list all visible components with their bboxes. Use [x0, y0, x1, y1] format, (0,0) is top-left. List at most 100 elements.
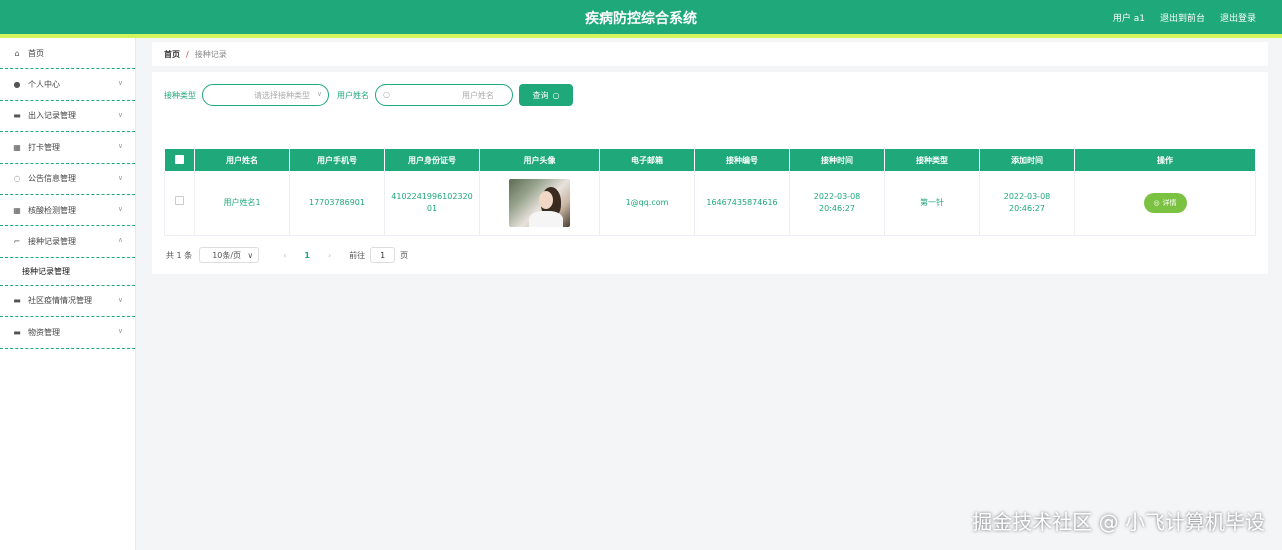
- input-placeholder: 用户姓名: [462, 91, 494, 100]
- sidebar-item-label: 个人中心: [28, 80, 60, 90]
- header-accent-stripe: [0, 34, 1282, 38]
- avatar: [509, 178, 570, 227]
- column-header: 接种编号: [694, 149, 790, 171]
- cell-email: 1@qq.com: [599, 171, 695, 236]
- sidebar-item-personal-center[interactable]: ● 个人中心 ∨: [0, 69, 135, 101]
- submenu-label: 接种记录管理: [22, 266, 70, 276]
- prev-page-button[interactable]: ‹: [283, 251, 286, 260]
- sidebar-item-announcements[interactable]: ◌ 公告信息管理 ∨: [0, 164, 135, 195]
- query-button-label: 查询: [532, 90, 549, 100]
- row-checkbox-cell: [164, 171, 195, 236]
- chevron-down-icon: ∨: [117, 79, 123, 88]
- sidebar-item-nucleic-test[interactable]: ▦ 核酸检测管理 ∨: [0, 195, 135, 227]
- page-size-value: 10条/页: [212, 250, 242, 260]
- sidebar-item-supplies[interactable]: ▬ 物资管理 ∨: [0, 317, 135, 349]
- chevron-down-icon: ∨: [117, 295, 123, 304]
- sidebar-item-label: 核酸检测管理: [28, 205, 76, 215]
- sidebar-item-access-records[interactable]: ▬ 出入记录管理 ∨: [0, 101, 135, 133]
- cell-avatar: [479, 171, 600, 236]
- user-label: 用户 a1: [1112, 14, 1145, 24]
- pagination: 共 1 条 10条/页 ∨ ‹ 1 › 前往 1 页: [166, 247, 408, 263]
- chevron-up-icon: ∧: [117, 236, 123, 245]
- search-icon: ○: [383, 90, 390, 99]
- top-header: 疾病防控综合系统 用户 a1 退出到前台 退出登录: [0, 0, 1282, 34]
- column-header: 用户身份证号: [384, 149, 480, 171]
- main-content: 接种类型 请选择接种类型 ∨ 用户姓名 ○ 用户姓名 查询 ○ 用户姓名 用户手…: [152, 72, 1268, 274]
- cell-vaccine-no: 16467435874616: [694, 171, 790, 236]
- page-unit: 页: [400, 250, 409, 260]
- monitor-icon: ▬: [13, 327, 21, 337]
- sidebar-item-checkin[interactable]: ▦ 打卡管理 ∨: [0, 132, 135, 164]
- sidebar-item-label: 首页: [28, 48, 44, 58]
- cell-phone: 17703786901: [289, 171, 385, 236]
- chevron-down-icon: ∨: [117, 204, 123, 213]
- goto-page-input[interactable]: 1: [370, 247, 396, 263]
- search-bar: 接种类型 请选择接种类型 ∨ 用户姓名 ○ 用户姓名 查询 ○: [164, 84, 573, 106]
- crop-icon: ⌐: [13, 237, 21, 247]
- cell-actions: ◎ 详情: [1074, 171, 1256, 236]
- table-header-row: 用户姓名 用户手机号 用户身份证号 用户头像 电子邮箱 接种编号 接种时间 接种…: [164, 149, 1256, 171]
- sidebar-item-label: 打卡管理: [28, 142, 60, 152]
- chevron-down-icon: ∨: [117, 327, 123, 336]
- sidebar-item-community-epidemic[interactable]: ▬ 社区疫情情况管理 ∨: [0, 286, 135, 318]
- name-label: 用户姓名: [337, 90, 369, 100]
- table-row: 用户姓名1 17703786901 410224199610232001 1@q…: [164, 171, 1256, 236]
- sidebar: ⌂ 首页 ● 个人中心 ∨ ▬ 出入记录管理 ∨ ▦ 打卡管理 ∨ ◌ 公告信息…: [0, 38, 136, 550]
- goto-label: 前往: [349, 250, 366, 260]
- sidebar-item-home[interactable]: ⌂ 首页: [0, 38, 135, 70]
- breadcrumb-home[interactable]: 首页: [164, 49, 180, 60]
- chevron-down-icon: ∨: [117, 142, 123, 151]
- sidebar-item-label: 社区疫情情况管理: [28, 296, 92, 306]
- chevron-down-icon: ∨: [117, 110, 123, 119]
- cell-vaccine-type: 第一针: [884, 171, 980, 236]
- column-header: 操作: [1074, 149, 1256, 171]
- app-title: 疾病防控综合系统: [585, 11, 697, 27]
- next-page-button[interactable]: ›: [328, 251, 331, 260]
- column-header: 用户头像: [479, 149, 600, 171]
- user-icon: ●: [13, 80, 21, 90]
- back-to-front-link[interactable]: 退出到前台: [1160, 11, 1205, 24]
- row-checkbox[interactable]: [175, 196, 184, 206]
- watermark: 掘金技术社区 @ 小飞计算机毕设: [972, 510, 1265, 534]
- column-header: 接种类型: [884, 149, 980, 171]
- briefcase-icon: ▬: [13, 111, 21, 121]
- sidebar-item-label: 接种记录管理: [28, 237, 76, 247]
- type-label: 接种类型: [164, 90, 196, 100]
- column-header: 用户姓名: [194, 149, 290, 171]
- select-placeholder: 请选择接种类型: [254, 91, 310, 100]
- sidebar-item-label: 物资管理: [28, 327, 60, 337]
- detail-button-label: 详情: [1162, 198, 1177, 207]
- detail-button[interactable]: ◎ 详情: [1143, 192, 1187, 213]
- query-button[interactable]: 查询 ○: [519, 84, 573, 106]
- grid-icon: ▦: [13, 205, 21, 215]
- submenu-vaccination-records[interactable]: 接种记录管理: [0, 257, 135, 286]
- user-name-input[interactable]: ○ 用户姓名: [375, 84, 513, 106]
- breadcrumb: 首页 / 接种记录: [152, 42, 1268, 66]
- chevron-down-icon: ∨: [316, 90, 322, 98]
- vaccine-type-select[interactable]: 请选择接种类型 ∨: [202, 84, 329, 106]
- total-count: 共 1 条: [166, 250, 193, 260]
- info-icon: ◎: [1153, 198, 1160, 207]
- chevron-down-icon: ∨: [247, 250, 254, 260]
- home-icon: ⌂: [14, 48, 20, 58]
- sidebar-item-vaccination[interactable]: ⌐ 接种记录管理 ∧: [0, 226, 135, 258]
- search-icon: ○: [552, 90, 560, 100]
- vaccination-table: 用户姓名 用户手机号 用户身份证号 用户头像 电子邮箱 接种编号 接种时间 接种…: [164, 149, 1256, 236]
- breadcrumb-separator: /: [186, 49, 189, 59]
- column-header: 电子邮箱: [599, 149, 695, 171]
- sidebar-item-label: 公告信息管理: [28, 174, 76, 184]
- top-links: 用户 a1 退出到前台 退出登录: [1113, 11, 1256, 24]
- breadcrumb-current: 接种记录: [194, 49, 227, 59]
- checkbox[interactable]: [174, 154, 184, 164]
- loading-icon: ◌: [13, 174, 21, 184]
- page-size-select[interactable]: 10条/页 ∨: [199, 247, 260, 263]
- monitor-icon: ▬: [13, 296, 21, 306]
- calendar-icon: ▦: [13, 142, 21, 152]
- select-all-checkbox[interactable]: [164, 149, 195, 171]
- cell-id-card: 410224199610232001: [384, 171, 480, 236]
- page-number[interactable]: 1: [304, 251, 310, 260]
- cell-name: 用户姓名1: [194, 171, 290, 236]
- logout-link[interactable]: 退出登录: [1220, 11, 1256, 24]
- chevron-down-icon: ∨: [117, 173, 123, 182]
- column-header: 用户手机号: [289, 149, 385, 171]
